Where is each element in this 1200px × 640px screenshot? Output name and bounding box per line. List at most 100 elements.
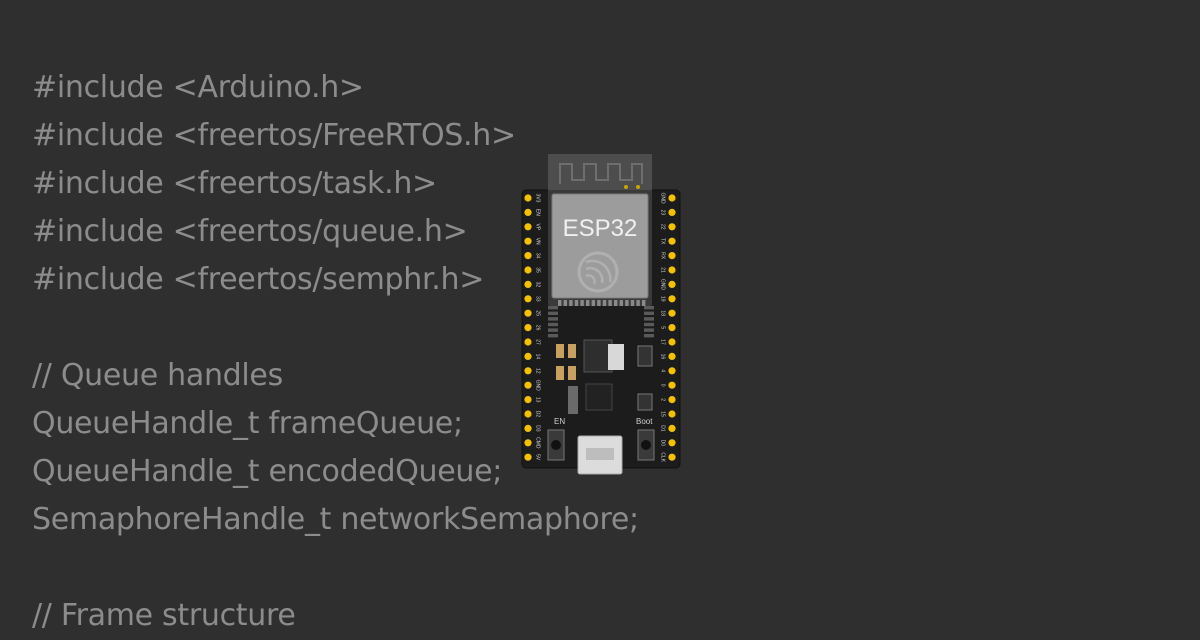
pin-pad bbox=[524, 381, 532, 389]
castellation-pad bbox=[548, 328, 558, 332]
pin-label: 5V bbox=[535, 454, 541, 461]
pin-label: D0 bbox=[660, 440, 666, 447]
castellation-pad bbox=[644, 322, 654, 327]
pin-pad bbox=[524, 396, 532, 404]
castellation-pad bbox=[569, 300, 573, 306]
castellation-pad bbox=[619, 300, 623, 306]
pin-label: GND bbox=[660, 192, 666, 204]
castellation-pad bbox=[548, 306, 558, 310]
pin-pad bbox=[524, 194, 532, 202]
pin-label: 25 bbox=[535, 310, 541, 316]
pin-pad bbox=[668, 367, 676, 375]
pin-pad bbox=[668, 453, 676, 461]
pin-pad bbox=[668, 295, 676, 303]
pin-pad bbox=[524, 237, 532, 245]
pin-pad bbox=[668, 252, 676, 260]
castellation-pad bbox=[563, 300, 567, 306]
pin-label: EN bbox=[535, 209, 541, 216]
castellation-pad bbox=[574, 300, 579, 306]
pin-label: D2 bbox=[535, 411, 541, 418]
castellation-pad bbox=[644, 334, 654, 338]
pin-pad bbox=[524, 338, 532, 346]
pin-pad bbox=[668, 410, 676, 418]
castellation-pad bbox=[548, 317, 558, 321]
code-line: #include <freertos/semphr.h> bbox=[32, 262, 485, 297]
castellation-pad bbox=[597, 300, 601, 306]
pin-label: 0 bbox=[660, 384, 666, 387]
module-label: ESP32 bbox=[563, 215, 638, 242]
pin-label: 19 bbox=[660, 296, 666, 302]
pin-pad bbox=[668, 208, 676, 216]
pin-label: 34 bbox=[535, 253, 541, 259]
castellation-pad bbox=[548, 334, 558, 338]
pin-pad bbox=[524, 208, 532, 216]
pin-pad bbox=[524, 352, 532, 360]
pin-pad bbox=[524, 309, 532, 317]
pin-pad bbox=[524, 439, 532, 447]
castellation-pad bbox=[591, 300, 595, 306]
pin-pad bbox=[524, 424, 532, 432]
pin-label: CLK bbox=[660, 452, 666, 462]
pin-label: GND bbox=[660, 279, 666, 291]
castellation-pad bbox=[630, 300, 635, 306]
castellation-pad bbox=[580, 300, 584, 306]
pin-pad bbox=[668, 194, 676, 202]
pin-label: 27 bbox=[535, 339, 541, 345]
castellation-pad bbox=[644, 317, 654, 321]
pin-pad bbox=[524, 410, 532, 418]
pin-pad bbox=[524, 223, 532, 231]
code-line: SemaphoreHandle_t networkSemaphore; bbox=[32, 502, 639, 537]
pin-label: 5 bbox=[660, 326, 666, 329]
pin-label: 23 bbox=[660, 210, 666, 216]
pin-label: 15 bbox=[660, 411, 666, 417]
pin-pad bbox=[524, 266, 532, 274]
pin-pad bbox=[668, 266, 676, 274]
pin-pad bbox=[524, 367, 532, 375]
pin-pad bbox=[668, 237, 676, 245]
regulator-chip bbox=[583, 339, 613, 373]
castellation-pad bbox=[608, 300, 612, 306]
esp32-board-image: ESP32 EN Boot 3V3 EN VP VN 34 35 32 33 25 26 27 14 1… bbox=[520, 154, 682, 478]
castellation-pad bbox=[548, 311, 558, 315]
code-line: #include <freertos/FreeRTOS.h> bbox=[32, 118, 516, 153]
pin-label: GND bbox=[535, 380, 541, 392]
pin-label: 35 bbox=[535, 267, 541, 273]
pin-pad bbox=[524, 252, 532, 260]
pin-pad bbox=[668, 396, 676, 404]
pin-label: 14 bbox=[535, 354, 541, 360]
pin-pad bbox=[668, 439, 676, 447]
code-line: #include <freertos/task.h> bbox=[32, 166, 437, 201]
pin-pad bbox=[524, 453, 532, 461]
castellation-pad bbox=[625, 300, 629, 306]
code-line: QueueHandle_t encodedQueue; bbox=[32, 454, 503, 489]
pin-pad bbox=[668, 424, 676, 432]
pin-pad bbox=[668, 381, 676, 389]
pin-pad bbox=[668, 338, 676, 346]
pin-pad bbox=[524, 295, 532, 303]
pin-label: 4 bbox=[660, 369, 666, 372]
pin-label: TX bbox=[660, 238, 666, 245]
pin-label: VN bbox=[535, 238, 541, 245]
pin-label: 33 bbox=[535, 296, 541, 302]
pin-pad bbox=[668, 280, 676, 288]
castellation-pad bbox=[644, 306, 654, 310]
pin-label: D1 bbox=[660, 425, 666, 432]
pin-pad bbox=[524, 280, 532, 288]
code-line: #include <freertos/queue.h> bbox=[32, 214, 468, 249]
en-label: EN bbox=[554, 417, 565, 426]
pin-pad bbox=[668, 352, 676, 360]
pin-label: 22 bbox=[660, 224, 666, 230]
code-line-comment: // Queue handles bbox=[32, 358, 283, 393]
pin-pad bbox=[668, 309, 676, 317]
castellation-pad bbox=[644, 311, 654, 315]
code-line-comment: // Frame structure bbox=[32, 598, 296, 633]
castellation-pad bbox=[642, 300, 646, 306]
castellation-pad bbox=[586, 300, 590, 306]
module-shield bbox=[551, 193, 649, 299]
pin-label: 17 bbox=[660, 339, 666, 345]
pin-label: RX bbox=[660, 252, 666, 260]
castellation-pad bbox=[644, 328, 654, 332]
pin-label: 3V3 bbox=[535, 194, 541, 203]
